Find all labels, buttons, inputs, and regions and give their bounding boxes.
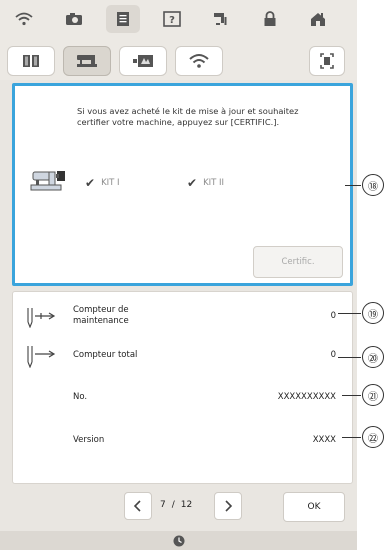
upgrade-machine-icon [29,168,67,198]
page-current: 7 [160,500,166,510]
camera-icon[interactable] [57,5,91,33]
machine-info-panel: Compteur de maintenance 0 Compteur total… [12,291,353,484]
callout-22: ㉒ [362,426,384,448]
callout-line [342,437,361,438]
embroidery-icon [133,55,153,67]
kit-2-status: ✔ KIT II [187,176,224,190]
top-icon-bar: ? [0,0,357,40]
lock-icon[interactable] [253,5,287,33]
certific-button[interactable]: Certific. [253,246,343,278]
needle-settings-icon[interactable] [204,5,238,33]
wifi-icon[interactable] [7,5,41,33]
kit-2-label: KIT II [203,178,225,188]
svg-text:?: ? [169,15,175,26]
fullscreen-icon [320,53,334,69]
help-icon[interactable]: ? [155,5,189,33]
certification-panel: Si vous avez acheté le kit de mise à jou… [12,83,353,286]
tab-machine[interactable] [63,46,111,76]
total-counter-row: Compteur total 0 [13,346,352,376]
status-bar [0,531,357,550]
tab-wireless[interactable] [175,46,223,76]
certification-message: Si vous avez acheté le kit de mise à jou… [77,106,299,127]
wifi-icon [189,54,209,68]
callout-line [338,357,361,358]
callout-line [345,185,361,186]
maintenance-counter-label: Compteur de maintenance [73,305,129,326]
check-icon: ✔ [187,176,198,190]
needle-arrow-icon [19,308,59,332]
serial-number-value: XXXXXXXXXX [277,392,336,402]
settings-screen: ? Si vous avez acheté le kit de mise à j… [0,0,357,550]
chevron-left-icon [133,500,141,512]
kit-1-label: KIT I [101,178,120,188]
page-separator: / [171,500,175,510]
callout-21: ㉑ [362,384,384,406]
version-value: XXXX [312,435,336,445]
home-icon[interactable] [301,5,335,33]
previous-page-button[interactable] [124,492,152,520]
version-label: Version [73,435,105,445]
machine-icon [77,55,97,67]
page-navigation: 7 / 12 OK [0,487,357,529]
callout-19: ⑲ [362,302,384,324]
callout-line [342,395,361,396]
book-icon [23,55,39,67]
kit-1-status: ✔ KIT I [85,176,120,190]
maintenance-counter-row: Compteur de maintenance 0 [13,302,352,332]
total-counter-label: Compteur total [73,350,138,360]
total-counter-value: 0 [330,350,336,360]
ok-button[interactable]: OK [283,492,345,522]
callout-20: ⑳ [362,346,384,368]
serial-number-row: No. XXXXXXXXXX [13,388,352,412]
tab-general[interactable] [7,46,55,76]
callout-18: ⑱ [362,174,384,196]
maintenance-counter-value: 0 [330,311,336,321]
chevron-right-icon [225,500,233,512]
callout-line [338,313,361,314]
clock-icon [173,535,184,546]
check-icon: ✔ [85,176,96,190]
document-icon[interactable] [106,5,140,33]
needle-arrow-icon [19,346,59,372]
serial-number-label: No. [73,392,88,402]
version-row: Version XXXX [13,431,352,455]
tab-embroidery[interactable] [119,46,167,76]
category-tab-bar [0,40,357,80]
next-page-button[interactable] [214,492,242,520]
page-total: 12 [180,500,193,510]
fullscreen-button[interactable] [309,46,345,76]
page-indicator: 7 / 12 [160,500,192,510]
